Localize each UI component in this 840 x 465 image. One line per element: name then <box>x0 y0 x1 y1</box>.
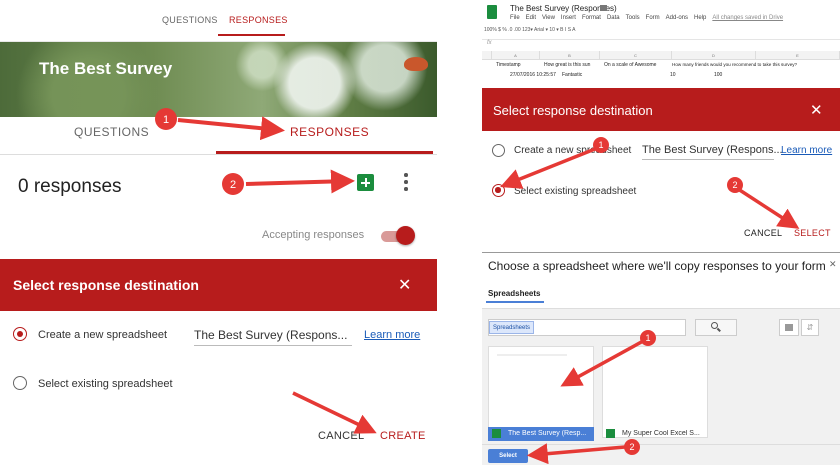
header-cell[interactable]: How great is this sun <box>544 62 590 68</box>
column-header-d[interactable]: D <box>672 51 756 60</box>
menu-data[interactable]: Data <box>607 15 620 21</box>
sheets-file-icon <box>606 429 615 438</box>
section-divider <box>482 252 840 253</box>
create-new-label: Create a new spreadsheet <box>514 145 632 156</box>
menu-file[interactable]: File <box>510 15 520 21</box>
survey-title: The Best Survey <box>39 59 173 78</box>
sheets-logo-icon[interactable] <box>487 5 497 19</box>
responses-count: 0 responses <box>18 176 122 197</box>
tab-responses[interactable]: RESPONSES <box>290 125 369 139</box>
search-icon <box>711 322 718 329</box>
dialog-title: Select response destination <box>13 277 199 293</box>
data-cell[interactable]: 10 <box>670 72 676 78</box>
learn-more-link[interactable]: Learn more <box>364 329 420 341</box>
menu-tools[interactable]: Tools <box>626 15 640 21</box>
close-icon[interactable]: ✕ <box>810 101 823 119</box>
accepting-responses-label: Accepting responses <box>262 229 365 241</box>
spreadsheet-name-field[interactable]: The Best Survey (Respons... <box>194 328 347 342</box>
left-panel: QUESTIONS RESPONSES The Best Survey QUES… <box>0 0 437 465</box>
file-name[interactable]: The Best Survey (Resp... <box>508 430 590 437</box>
cancel-button[interactable]: CANCEL <box>744 228 782 238</box>
top-tab-questions[interactable]: QUESTIONS <box>162 15 218 25</box>
tabs-row <box>0 117 437 155</box>
picker-close-icon[interactable]: ✕ <box>829 259 837 270</box>
spreadsheet-name-underline <box>194 345 352 346</box>
spreadsheet-name-underline <box>642 159 774 160</box>
sheets-toolbar[interactable]: 100% $ % .0 .00 123▾ Arial ▾ 10 ▾ B I S … <box>484 27 838 37</box>
right-panel: The Best Survey (Responses) File Edit View… <box>482 0 840 465</box>
column-header-b[interactable]: B <box>540 51 600 60</box>
column-header-a[interactable]: A <box>492 51 540 60</box>
banner-bird-image <box>404 57 428 71</box>
picker-footer <box>482 444 840 465</box>
file-thumbnail[interactable] <box>488 346 594 438</box>
search-filter-chip[interactable]: Spreadsheets <box>489 321 535 334</box>
data-cell[interactable]: Fantastic <box>562 72 582 78</box>
fx-icon: fx <box>487 40 492 46</box>
column-header-c[interactable]: C <box>600 51 672 60</box>
close-icon[interactable]: ✕ <box>398 275 411 295</box>
learn-more-link[interactable]: Learn more <box>781 145 832 156</box>
select-existing-label: Select existing spreadsheet <box>38 378 173 390</box>
menu-view[interactable]: View <box>542 15 555 21</box>
sheets-file-icon <box>492 429 501 438</box>
top-tab-underline <box>218 34 285 36</box>
data-cell[interactable]: 27/07/2016 10:25:57 <box>510 72 556 78</box>
tab-questions[interactable]: QUESTIONS <box>74 125 149 139</box>
header-cell[interactable]: How many friends would you recommend to … <box>672 62 797 67</box>
header-cell[interactable]: Timestamp <box>496 62 521 68</box>
create-button[interactable]: CREATE <box>380 430 426 442</box>
tab-spreadsheets-underline <box>486 301 544 303</box>
corner-cell <box>482 51 492 60</box>
radio-select-existing[interactable] <box>492 184 505 197</box>
menu-insert[interactable]: Insert <box>561 15 576 21</box>
radio-create-new[interactable] <box>13 327 27 341</box>
menu-addons[interactable]: Add-ons <box>666 15 688 21</box>
menu-form[interactable]: Form <box>646 15 660 21</box>
dialog-title: Select response destination <box>493 103 653 118</box>
file-thumbnail[interactable] <box>602 346 708 438</box>
survey-banner <box>0 42 437 117</box>
radio-create-new[interactable] <box>492 144 505 157</box>
tab-spreadsheets[interactable]: Spreadsheets <box>488 289 540 298</box>
grid-view-icon[interactable] <box>779 319 799 336</box>
menu-edit[interactable]: Edit <box>526 15 536 21</box>
menu-bar: File Edit View Insert Format Data Tools Form Add… <box>510 15 789 21</box>
spreadsheet-name-field[interactable]: The Best Survey (Respons... <box>642 144 783 156</box>
radio-select-existing[interactable] <box>13 376 27 390</box>
create-new-label: Create a new spreadsheet <box>38 329 168 341</box>
tab-responses-underline <box>216 151 433 154</box>
formula-bar[interactable] <box>482 39 840 49</box>
menu-help[interactable]: Help <box>694 15 706 21</box>
picker-select-button[interactable]: Select <box>488 449 528 463</box>
accepting-toggle[interactable] <box>396 226 415 245</box>
select-button[interactable]: SELECT <box>794 228 831 238</box>
column-header-e[interactable]: E <box>756 51 840 60</box>
data-cell[interactable]: 100 <box>714 72 722 78</box>
cancel-button[interactable]: CANCEL <box>318 430 364 442</box>
picker-heading: Choose a spreadsheet where we'll copy re… <box>488 259 826 273</box>
top-tab-responses[interactable]: RESPONSES <box>229 15 288 25</box>
folder-icon[interactable] <box>600 5 607 11</box>
menu-format[interactable]: Format <box>582 15 601 21</box>
more-options-icon[interactable] <box>404 173 408 191</box>
header-cell[interactable]: On a scale of Awesome <box>604 62 656 68</box>
saved-status[interactable]: All changes saved in Drive <box>712 15 783 21</box>
sort-icon[interactable]: ⇵ <box>801 319 819 336</box>
select-existing-label: Select existing spreadsheet <box>514 186 637 197</box>
file-name[interactable]: My Super Cool Excel S... <box>622 430 706 437</box>
sheets-icon[interactable] <box>357 174 374 191</box>
